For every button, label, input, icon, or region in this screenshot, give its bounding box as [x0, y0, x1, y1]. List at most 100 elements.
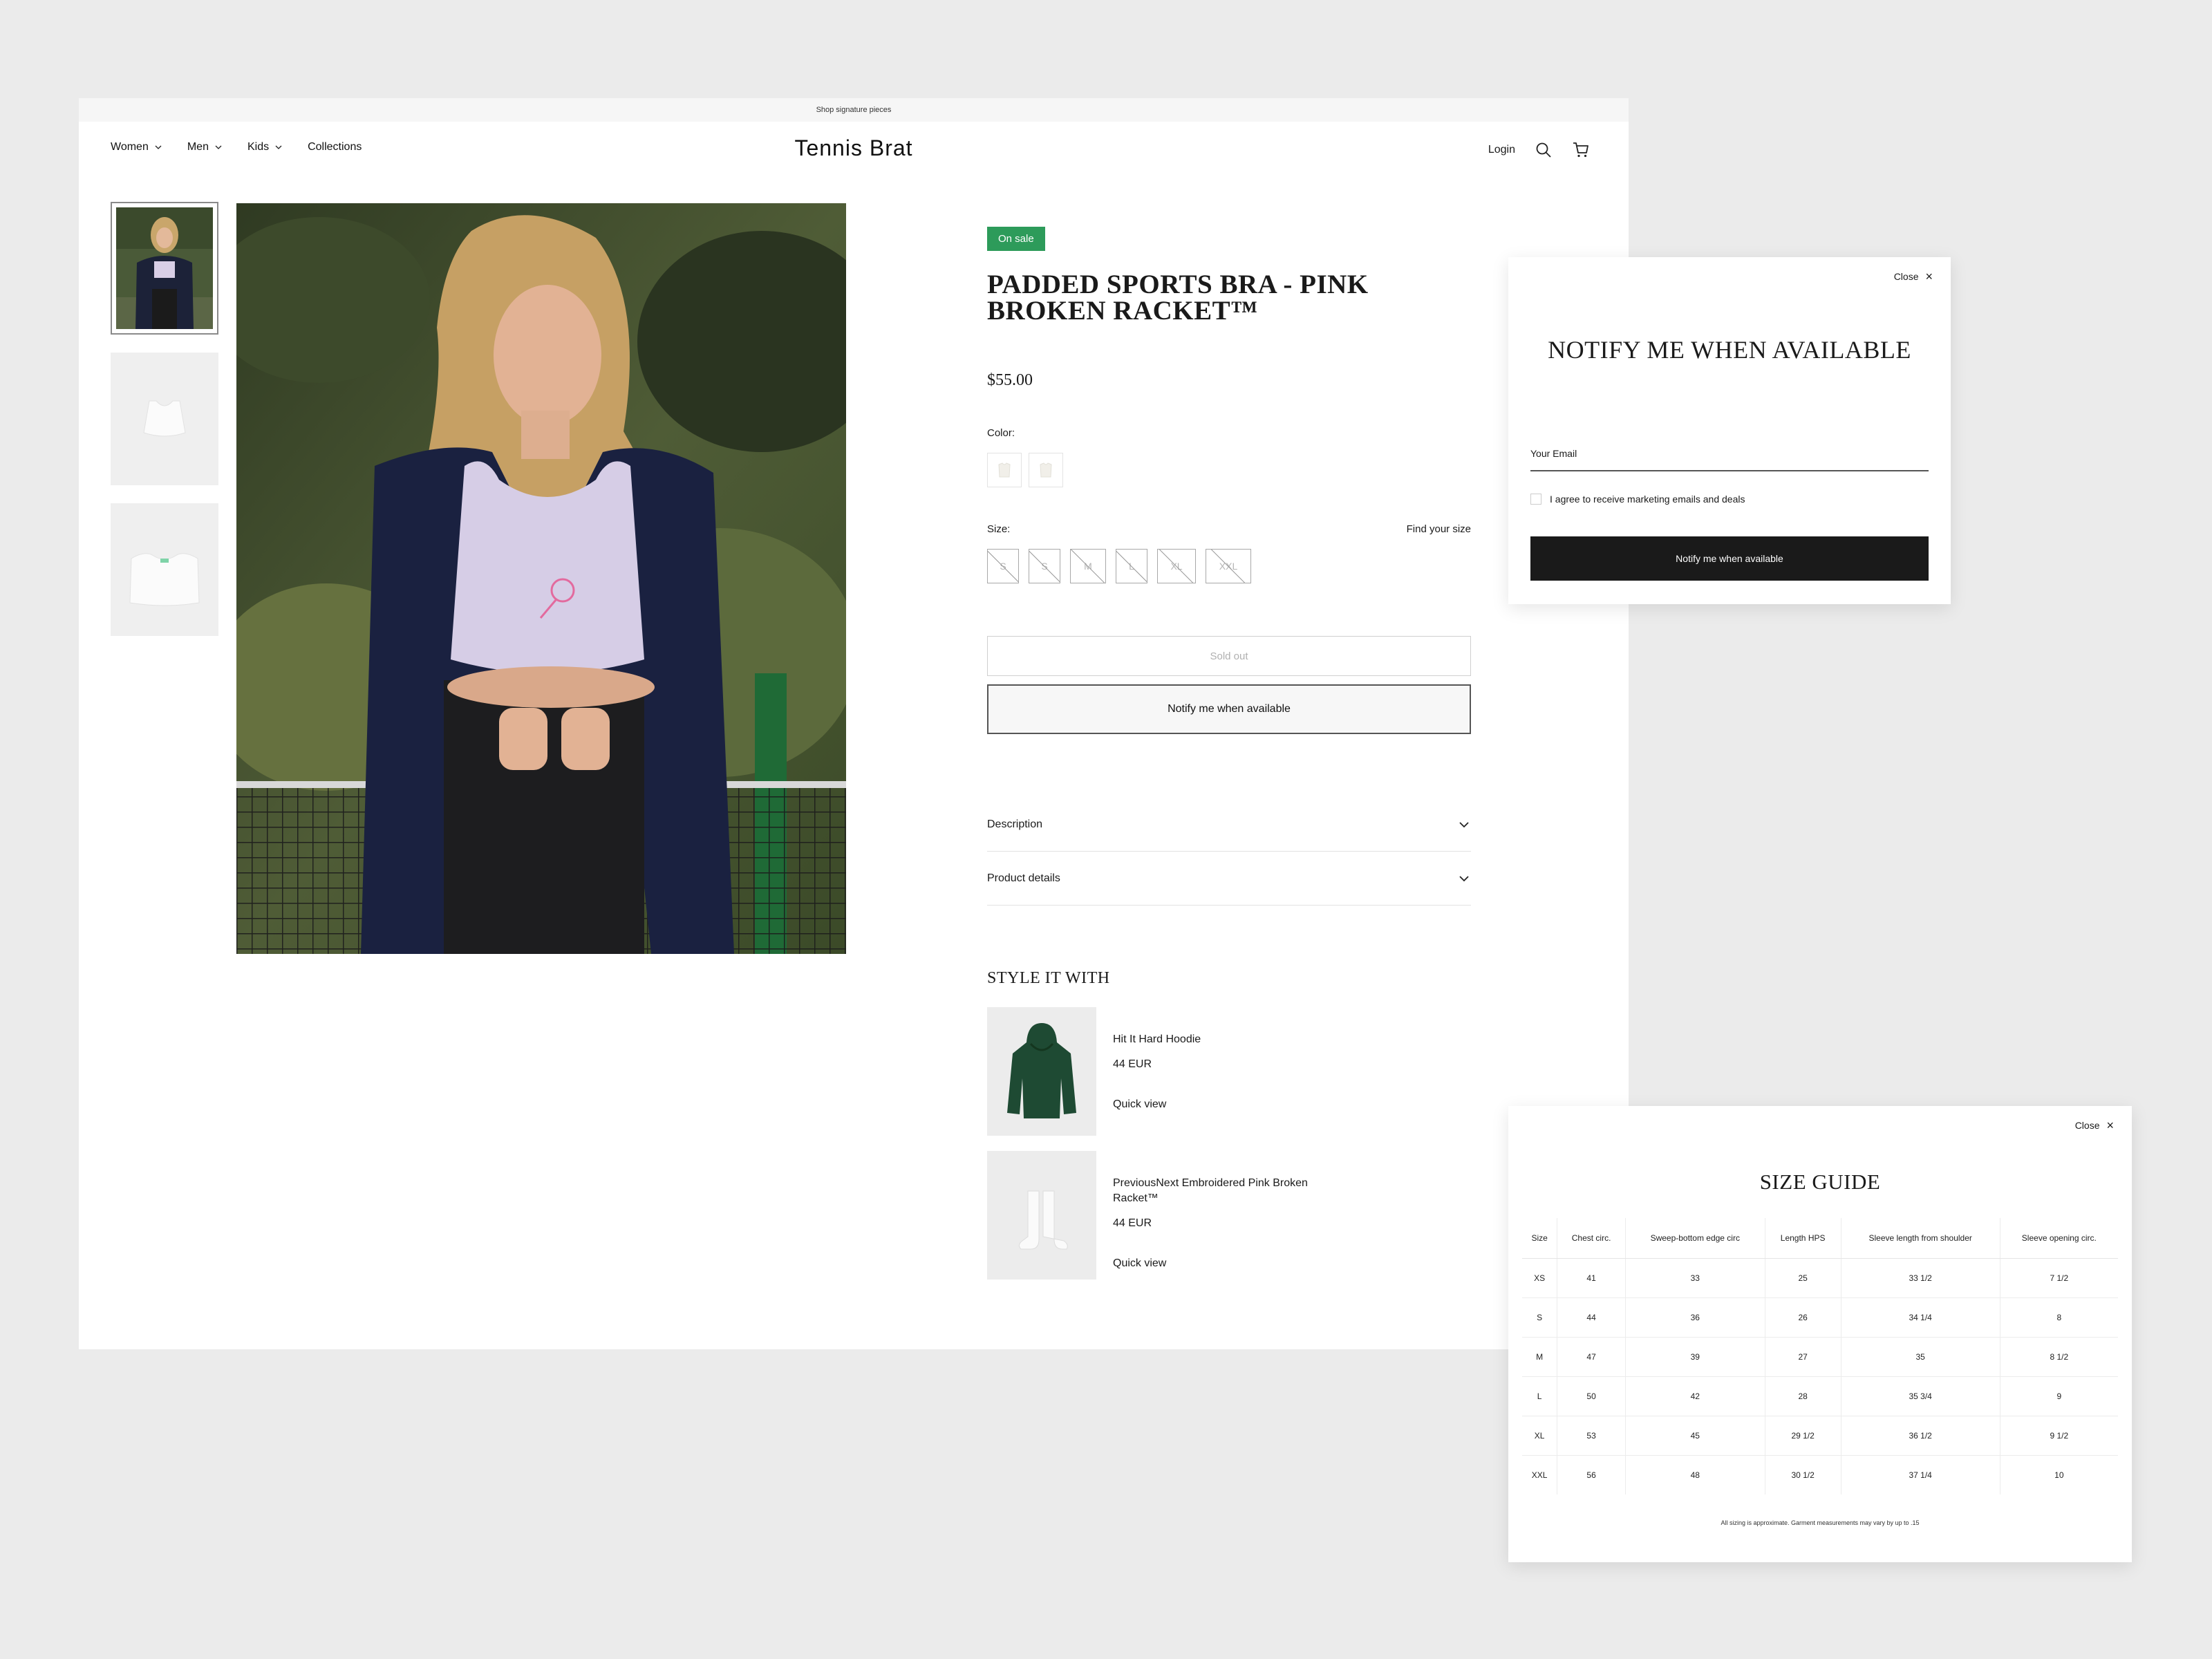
thumbnail-front[interactable]: [111, 353, 218, 485]
quick-view-link[interactable]: Quick view: [1113, 1256, 1320, 1271]
color-swatches: [987, 453, 1471, 487]
hoodie-image[interactable]: [987, 1007, 1096, 1136]
quick-view-link[interactable]: Quick view: [1113, 1097, 1320, 1112]
size-guide-table: Size Chest circ. Sweep-bottom edge circ …: [1522, 1218, 2118, 1494]
login-link[interactable]: Login: [1488, 144, 1515, 156]
notify-modal: Close × NOTIFY ME WHEN AVAILABLE Your Em…: [1508, 257, 1951, 604]
close-label: Close: [1893, 271, 1919, 282]
cart-icon[interactable]: [1572, 141, 1590, 159]
chevron-down-icon: [1459, 875, 1469, 881]
notify-submit-button[interactable]: Notify me when available: [1530, 536, 1929, 581]
email-field[interactable]: [1530, 470, 1929, 471]
color-swatch[interactable]: [987, 453, 1022, 487]
table-cell: 9 1/2: [2000, 1416, 2118, 1456]
main-nav: Women Men Kids Collections: [111, 141, 362, 153]
column-header: Sleeve length from shoulder: [1841, 1218, 2000, 1259]
announcement-bar[interactable]: Shop signature pieces: [79, 98, 1629, 122]
recommendation-item: PreviousNext Embroidered Pink Broken Rac…: [987, 1151, 1471, 1280]
email-field-label[interactable]: Your Email: [1530, 448, 1577, 459]
product-title: PADDED SPORTS BRA - PINK BROKEN RACKET™: [987, 270, 1369, 326]
hoodie-picture: [1007, 1023, 1076, 1118]
table-row: XS 41 33 25 33 1/2 7 1/2: [1522, 1258, 2118, 1298]
notify-me-button[interactable]: Notify me when available: [987, 684, 1471, 734]
model-thumbnail-image: [116, 207, 213, 329]
accordion-product-details[interactable]: Product details: [987, 852, 1471, 906]
recommendation-info: Hit It Hard Hoodie 44 EUR Quick view: [1113, 1007, 1320, 1136]
size-guide-modal: Close × SIZE GUIDE Size Chest circ. Swee…: [1508, 1106, 2132, 1562]
bra-back-thumbnail-image: [111, 503, 218, 636]
table-cell: 53: [1557, 1416, 1626, 1456]
column-header: Sweep-bottom edge circ: [1625, 1218, 1765, 1259]
announcement-text[interactable]: Shop signature pieces: [816, 106, 892, 114]
brand-logo[interactable]: Tennis Brat: [794, 135, 912, 161]
swatch-image: [1040, 462, 1052, 478]
close-button[interactable]: Close ×: [1893, 270, 1933, 283]
table-cell: 7 1/2: [2000, 1258, 2118, 1298]
thumbnail-model[interactable]: [111, 202, 218, 335]
product-info: On sale PADDED SPORTS BRA - PINK BROKEN …: [987, 227, 1471, 1280]
consent-label: I agree to receive marketing emails and …: [1550, 494, 1745, 505]
modal-title: NOTIFY ME WHEN AVAILABLE: [1548, 336, 1911, 364]
table-cell: 36 1/2: [1841, 1416, 2000, 1456]
recommendation-price: 44 EUR: [1113, 1058, 1152, 1070]
accordion-description[interactable]: Description: [987, 798, 1471, 852]
close-icon: ×: [1925, 270, 1933, 283]
table-cell: 27: [1765, 1337, 1841, 1377]
table-cell: XL: [1522, 1416, 1558, 1456]
find-your-size-link[interactable]: Find your size: [1407, 523, 1471, 535]
size-label: Size:: [987, 523, 1011, 535]
product-main-image[interactable]: [236, 203, 846, 954]
nav-item-collections[interactable]: Collections: [308, 141, 362, 153]
size-guide-note: All sizing is approximate. Garment measu…: [1721, 1519, 1920, 1526]
table-row: XXL 56 48 30 1/2 37 1/4 10: [1522, 1455, 2118, 1494]
table-cell: 36: [1625, 1297, 1765, 1338]
site-header: Women Men Kids Collections Tennis Brat L…: [79, 122, 1629, 182]
product-price: $55.00: [987, 371, 1033, 389]
size-option[interactable]: L: [1116, 549, 1147, 583]
model-photo: [236, 203, 846, 954]
table-cell: 44: [1557, 1297, 1626, 1338]
nav-item-women[interactable]: Women: [111, 141, 162, 153]
nav-label: Women: [111, 141, 149, 153]
table-cell: XXL: [1522, 1455, 1558, 1494]
column-header: Size: [1522, 1218, 1558, 1259]
table-cell: 33 1/2: [1841, 1258, 2000, 1298]
table-cell: 10: [2054, 1470, 2064, 1480]
size-option[interactable]: XXL: [1206, 549, 1251, 583]
consent-checkbox[interactable]: [1530, 494, 1541, 505]
nav-item-kids[interactable]: Kids: [247, 141, 283, 153]
recommendation-name[interactable]: PreviousNext Embroidered Pink Broken Rac…: [1113, 1176, 1320, 1206]
table-cell: 8 1/2: [2000, 1337, 2118, 1377]
table-cell: 47: [1557, 1337, 1626, 1377]
sold-out-button[interactable]: Sold out: [987, 636, 1471, 676]
table-cell: 26: [1765, 1297, 1841, 1338]
accordion-label: Product details: [987, 872, 1060, 884]
thumbnail-back[interactable]: [111, 503, 218, 636]
table-cell: XS: [1522, 1258, 1558, 1298]
table-cell: 28: [1765, 1376, 1841, 1416]
size-option[interactable]: XL: [1157, 549, 1196, 583]
recommendation-item: Hit It Hard Hoodie 44 EUR Quick view: [987, 1007, 1471, 1136]
color-swatch[interactable]: [1029, 453, 1063, 487]
chevron-down-icon: [155, 145, 162, 149]
table-cell: 29 1/2: [1765, 1416, 1841, 1456]
size-option[interactable]: S: [1029, 549, 1060, 583]
socks-image[interactable]: [987, 1151, 1096, 1280]
size-option[interactable]: S: [987, 549, 1019, 583]
recommendation-name[interactable]: Hit It Hard Hoodie: [1113, 1032, 1320, 1047]
close-button[interactable]: Close ×: [2074, 1119, 2114, 1132]
table-cell: 9: [2000, 1376, 2118, 1416]
table-cell: 37 1/4: [1841, 1455, 2000, 1494]
accordion-label: Description: [987, 818, 1043, 830]
close-label: Close: [2074, 1120, 2100, 1131]
nav-item-men[interactable]: Men: [187, 141, 223, 153]
table-cell: 48: [1625, 1455, 1765, 1494]
table-row: XL 53 45 29 1/2 36 1/2 9 1/2: [1522, 1416, 2118, 1456]
size-guide-title: SIZE GUIDE: [1759, 1170, 1881, 1194]
search-icon[interactable]: [1535, 141, 1553, 159]
table-cell: 30 1/2: [1765, 1455, 1841, 1494]
table-cell: 34 1/4: [1841, 1297, 2000, 1338]
size-option[interactable]: M: [1070, 549, 1106, 583]
color-label: Color:: [987, 427, 1015, 439]
thumbnail-list: [111, 202, 218, 654]
